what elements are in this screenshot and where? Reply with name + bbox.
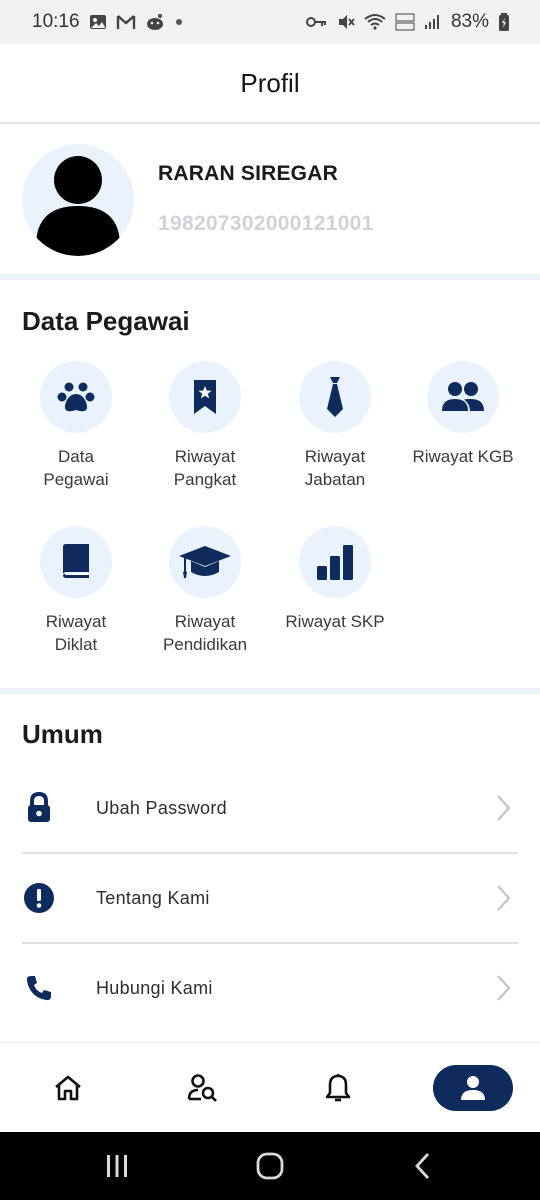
battery-percent: 83% xyxy=(450,11,489,32)
user-icon xyxy=(460,1075,485,1100)
home-circle-icon xyxy=(256,1152,284,1180)
image-icon xyxy=(89,13,107,31)
wifi-icon xyxy=(364,13,386,31)
tie-icon xyxy=(327,377,343,417)
list-item-label: Tentang Kami xyxy=(96,887,210,908)
bookmark-star-icon xyxy=(194,380,216,414)
section-title-data-pegawai: Data Pegawai xyxy=(22,306,190,336)
bottom-nav xyxy=(0,1042,540,1132)
chevron-right-icon xyxy=(488,883,518,913)
menu-label: Riwayat Jabatan xyxy=(270,445,400,491)
profile-name: RARAN SIREGAR xyxy=(158,162,338,185)
dot-icon xyxy=(174,17,184,27)
menu-label-line1: Riwayat xyxy=(174,612,236,631)
status-right: 83% xyxy=(305,11,510,33)
menu-label-line2: Diklat xyxy=(54,635,98,654)
menu-label: Riwayat KGB xyxy=(398,445,528,468)
menu-icon-bg xyxy=(40,526,112,598)
users-icon xyxy=(442,382,484,411)
back-button[interactable] xyxy=(393,1146,453,1186)
bell-icon xyxy=(325,1073,350,1101)
graduation-cap-icon xyxy=(179,546,231,578)
menu-riwayat-diklat[interactable]: Riwayat Diklat xyxy=(11,526,141,656)
menu-icon-bg xyxy=(40,361,112,433)
menu-label-line2: Pangkat xyxy=(173,470,237,489)
menu-riwayat-jabatan[interactable]: Riwayat Jabatan xyxy=(270,361,400,491)
menu-label-line2: Pendidikan xyxy=(162,635,248,654)
key-icon xyxy=(305,15,328,29)
menu-icon-bg xyxy=(427,361,499,433)
bar-chart-icon xyxy=(317,545,353,580)
gmail-icon xyxy=(116,14,136,30)
exclamation-circle-icon xyxy=(22,881,56,915)
menu-icon-bg xyxy=(299,361,371,433)
menu-label-line2: Jabatan xyxy=(304,470,366,489)
section-separator xyxy=(0,274,540,280)
nav-search-employee[interactable] xyxy=(163,1065,243,1111)
menu-label-line1: Riwayat KGB xyxy=(412,447,514,466)
user-search-icon xyxy=(187,1073,217,1102)
menu-riwayat-pendidikan[interactable]: Riwayat Pendidikan xyxy=(140,526,270,656)
list-item-label: Ubah Password xyxy=(96,797,227,818)
avatar xyxy=(22,144,134,256)
back-icon xyxy=(415,1153,430,1179)
menu-riwayat-pangkat[interactable]: Riwayat Pangkat xyxy=(140,361,270,491)
system-nav-bar xyxy=(0,1132,540,1200)
phone-icon xyxy=(22,971,56,1005)
battery-icon xyxy=(498,13,510,31)
home-icon xyxy=(54,1075,81,1100)
menu-label-line1: Data xyxy=(58,447,94,466)
list-item-label: Hubungi Kami xyxy=(96,977,213,998)
avatar-placeholder-icon xyxy=(36,156,120,256)
menu-label-line1: Riwayat xyxy=(304,447,366,466)
status-time: 10:16 xyxy=(32,11,80,32)
menu-icon-bg xyxy=(169,361,241,433)
page-title: Profil xyxy=(240,67,300,98)
menu-label: Riwayat Diklat xyxy=(11,610,141,656)
menu-icon-bg xyxy=(299,526,371,598)
section-separator xyxy=(0,688,540,694)
menu-label-line2: Pegawai xyxy=(43,470,109,489)
recent-apps-button[interactable] xyxy=(87,1146,147,1186)
nav-notifications[interactable] xyxy=(298,1065,378,1111)
profile-nip: 198207302000121001 xyxy=(158,212,374,235)
menu-label-line1: Riwayat xyxy=(45,612,107,631)
menu-icon-bg xyxy=(169,526,241,598)
nav-home[interactable] xyxy=(28,1065,108,1111)
menu-riwayat-skp[interactable]: Riwayat SKP xyxy=(270,526,400,633)
menu-label-line1: Riwayat xyxy=(174,447,236,466)
recent-apps-icon xyxy=(106,1155,127,1177)
reddit-icon xyxy=(145,13,165,31)
list-item-hubungi-kami[interactable]: Hubungi Kami xyxy=(22,944,518,1032)
signal-icon xyxy=(424,14,442,30)
chevron-right-icon xyxy=(488,973,518,1003)
menu-label: Riwayat Pendidikan xyxy=(140,610,270,656)
menu-riwayat-kgb[interactable]: Riwayat KGB xyxy=(398,361,528,468)
menu-label: Data Pegawai xyxy=(11,445,141,491)
lock-icon xyxy=(22,791,56,825)
menu-label: Riwayat Pangkat xyxy=(140,445,270,491)
chevron-right-icon xyxy=(488,793,518,823)
home-button[interactable] xyxy=(240,1146,300,1186)
status-left: 10:16 xyxy=(32,11,184,33)
app-header: Profil xyxy=(0,44,540,124)
nav-profile[interactable] xyxy=(432,1064,513,1111)
menu-label-line1: Riwayat SKP xyxy=(285,612,385,631)
paw-icon xyxy=(57,382,95,412)
volte-icon xyxy=(395,13,415,31)
section-title-umum: Umum xyxy=(22,719,103,749)
mute-icon xyxy=(337,13,355,31)
profile-card: RARAN SIREGAR 198207302000121001 xyxy=(0,124,540,276)
menu-label: Riwayat SKP xyxy=(270,610,400,633)
menu-data-pegawai[interactable]: Data Pegawai xyxy=(11,361,141,491)
list-item-ubah-password[interactable]: Ubah Password xyxy=(22,764,518,852)
book-icon xyxy=(63,544,89,578)
status-bar: 10:16 83% xyxy=(0,0,540,44)
list-item-tentang-kami[interactable]: Tentang Kami xyxy=(22,854,518,942)
